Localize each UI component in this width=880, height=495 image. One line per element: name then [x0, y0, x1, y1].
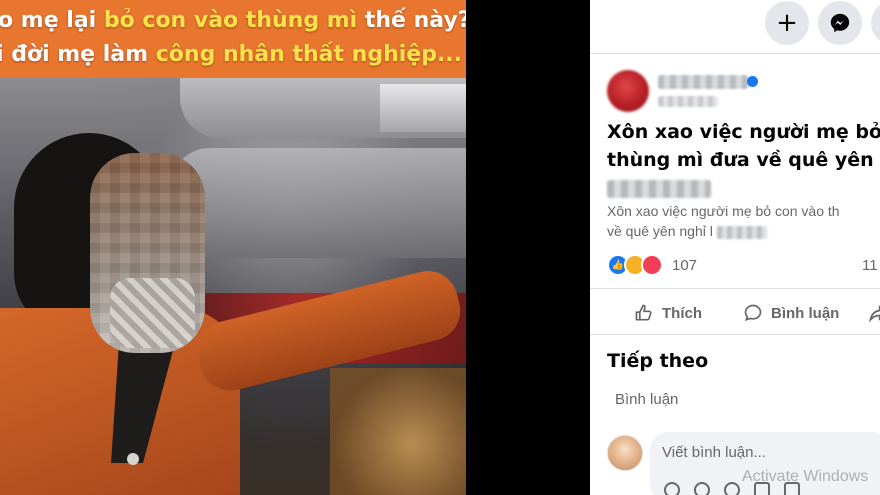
create-button[interactable]: + [765, 1, 809, 45]
caption-highlight: công nhân thất nghiệp... [155, 42, 463, 67]
caption-line-1: o mẹ lại bỏ con vào thùng mì thế này? [0, 8, 466, 33]
caption-line-2: i đời mẹ làm công nhân thất nghiệp... [0, 42, 462, 67]
post-time-blurred[interactable] [658, 96, 718, 107]
comment-placeholder: Viết bình luận... [662, 444, 766, 461]
plus-icon: + [776, 8, 798, 38]
share-button[interactable] [868, 296, 880, 330]
comment-count[interactable]: 11 [862, 257, 878, 274]
comment-icon [744, 304, 762, 321]
profile-button[interactable] [871, 1, 880, 45]
video-scene [0, 78, 466, 495]
emoji-icon[interactable] [694, 482, 710, 495]
messenger-button[interactable] [818, 1, 862, 45]
jacket-button [127, 453, 139, 465]
like-button[interactable]: Thích [634, 296, 702, 330]
care-reaction-icon [641, 254, 663, 276]
luggage-rack [170, 148, 466, 258]
caption-highlight: bỏ con vào thùng mì [103, 8, 358, 33]
warm-light [330, 368, 466, 495]
black-gap [466, 0, 590, 495]
avatar-sticker-icon[interactable] [664, 482, 680, 495]
facebook-post-panel: + Xôn xao việc người mẹ bỏ thùng mì đưa … [590, 0, 880, 495]
caption-text: i đời mẹ làm [0, 42, 156, 67]
caption-text: o mẹ lại [0, 8, 104, 33]
title-blurred-text [607, 179, 711, 198]
description-line: về quê yên nghỉ l [607, 223, 713, 239]
page-name-blurred[interactable] [658, 75, 748, 89]
bus-light [380, 84, 466, 132]
messenger-icon [830, 13, 850, 33]
verified-icon [747, 76, 758, 87]
user-avatar[interactable] [607, 435, 643, 471]
divider [590, 288, 880, 289]
comment-button[interactable]: Bình luận [743, 296, 839, 330]
description-blurred-text [716, 225, 767, 239]
post-title-line: Xôn xao việc người mẹ bỏ [607, 121, 880, 143]
camera-icon[interactable] [724, 482, 740, 495]
share-icon [869, 305, 880, 323]
next-section-title: Tiếp theo [607, 350, 709, 372]
thumbs-up-icon [635, 304, 652, 321]
face-mask [110, 278, 195, 348]
post-title-line: thùng mì đưa về quê yên n [607, 149, 880, 171]
like-label: Thích [662, 304, 702, 322]
comment-label: Bình luận [771, 304, 840, 322]
post-title[interactable]: Xôn xao việc người mẹ bỏ thùng mì đưa về… [607, 118, 880, 202]
video-caption: o mẹ lại bỏ con vào thùng mì thế này? i … [0, 0, 466, 78]
video-frame[interactable]: o mẹ lại bỏ con vào thùng mì thế này? i … [0, 0, 466, 495]
post-actions: Thích Bình luận [590, 296, 880, 330]
caption-text: thế này? [357, 8, 466, 33]
reaction-count: 107 [672, 256, 698, 274]
reaction-summary[interactable]: 👍 107 [607, 254, 697, 276]
divider [590, 334, 880, 335]
post-description: Xôn xao việc người mẹ bỏ con vào th về q… [607, 201, 880, 241]
activate-windows-watermark: Activate Windows [742, 468, 869, 485]
comments-heading[interactable]: Bình luận [615, 391, 678, 408]
top-icon-bar: + [590, 0, 880, 46]
description-line: Xôn xao việc người mẹ bỏ con vào th [607, 203, 840, 219]
page-avatar[interactable] [607, 70, 649, 112]
divider [590, 53, 880, 54]
